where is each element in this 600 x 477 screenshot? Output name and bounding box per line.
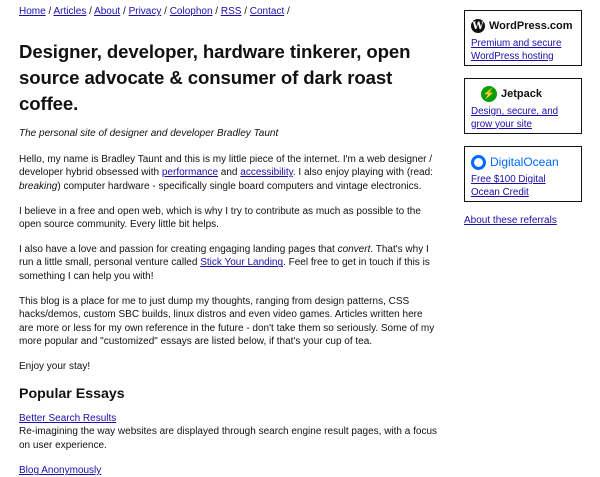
about-referrals-link[interactable]: About these referrals <box>464 215 557 226</box>
nav-separator: / <box>287 6 290 17</box>
landing-paragraph: I also have a love and passion for creat… <box>19 243 439 283</box>
essay-link-blog-anonymously[interactable]: Blog Anonymously <box>19 464 439 477</box>
intro-paragraph: Hello, my name is Bradley Taunt and this… <box>19 153 439 193</box>
nav-separator: / <box>123 6 126 17</box>
nav-separator: / <box>164 6 167 17</box>
digitalocean-icon <box>471 154 486 170</box>
intro-text: and <box>218 167 241 179</box>
wordpress-brand: WordPress.com <box>489 20 573 32</box>
main-content: Home / Articles / About / Privacy / Colo… <box>19 5 439 477</box>
convert-emphasis: convert <box>337 244 371 256</box>
jetpack-logo: ⚡ Jetpack <box>481 86 575 102</box>
jetpack-referral-link[interactable]: Design, secure, and grow your site <box>471 106 575 131</box>
nav-separator: / <box>215 6 219 17</box>
tagline: The personal site of designer and develo… <box>19 128 279 139</box>
digitalocean-logo: DigitalOcean <box>471 154 575 170</box>
wordpress-referral-link[interactable]: Premium and secure WordPress hosting <box>471 38 575 63</box>
accessibility-link[interactable]: accessibility <box>240 167 293 178</box>
intro-text: ) computer hardware - specifically singl… <box>57 180 422 192</box>
performance-link[interactable]: performance <box>162 167 218 178</box>
nav-separator: / <box>244 6 247 17</box>
referral-sidebar: W WordPress.com Premium and secure WordP… <box>464 10 582 227</box>
blog-paragraph: This blog is a place for me to just dump… <box>19 295 435 347</box>
intro-text: . I also enjoy playing with (read: <box>292 167 433 179</box>
nav-colophon[interactable]: Colophon <box>170 6 213 17</box>
landing-text: I also have a love and passion for creat… <box>19 244 338 256</box>
nav-separator: / <box>48 6 52 17</box>
digitalocean-brand: DigitalOcean <box>490 155 559 169</box>
popular-essays-heading: Popular Essays <box>19 386 125 403</box>
nav-rss[interactable]: RSS <box>221 6 242 17</box>
essay-link-better-search[interactable]: Better Search Results <box>19 412 439 425</box>
open-web-paragraph: I believe in a free and open web, which … <box>19 205 421 231</box>
essay-description: Re-imagining the way websites are displa… <box>19 426 438 451</box>
digitalocean-referral-link[interactable]: Free $100 Digital Ocean Credit <box>471 174 575 199</box>
jetpack-brand: Jetpack <box>501 88 542 100</box>
jetpack-icon: ⚡ <box>481 86 497 102</box>
nav-about[interactable]: About <box>94 6 120 17</box>
nav-privacy[interactable]: Privacy <box>129 6 162 17</box>
breaking-emphasis: breaking <box>19 180 58 192</box>
enjoy-paragraph: Enjoy your stay! <box>19 360 91 372</box>
nav-contact[interactable]: Contact <box>250 6 284 17</box>
nav-articles[interactable]: Articles <box>53 6 86 17</box>
page-title: Designer, developer, hardware tinkerer, … <box>19 41 411 114</box>
wordpress-logo: W WordPress.com <box>471 18 575 34</box>
nav-separator: / <box>89 6 92 17</box>
referral-card-wordpress: W WordPress.com Premium and secure WordP… <box>464 10 582 66</box>
referral-card-digitalocean: DigitalOcean Free $100 Digital Ocean Cre… <box>464 146 582 202</box>
wordpress-icon: W <box>471 19 485 33</box>
nav-home[interactable]: Home <box>19 6 46 17</box>
referral-card-jetpack: ⚡ Jetpack Design, secure, and grow your … <box>464 78 582 134</box>
stick-your-landing-link[interactable]: Stick Your Landing <box>200 257 283 268</box>
top-nav: Home / Articles / About / Privacy / Colo… <box>19 5 439 19</box>
